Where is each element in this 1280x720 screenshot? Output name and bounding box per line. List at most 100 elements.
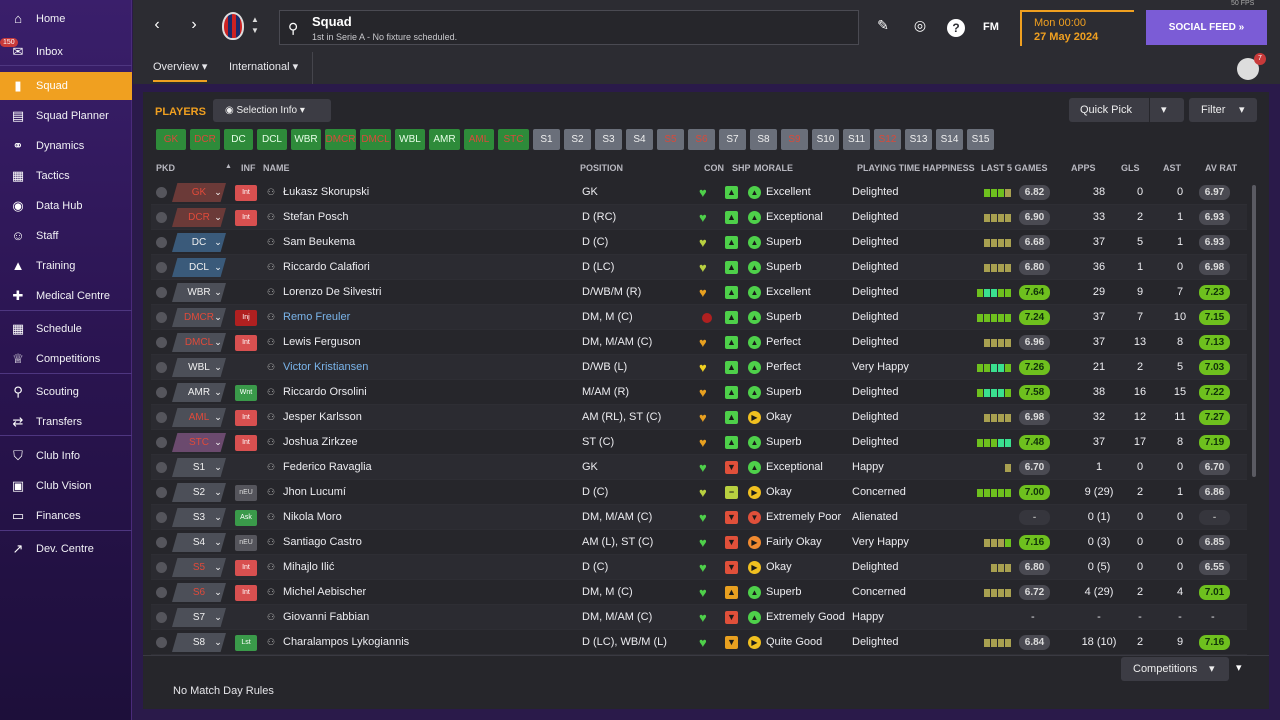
position-chip[interactable]: DCL [257,129,287,150]
sidebar-item-staff[interactable]: ☺ Staff [0,222,132,250]
sidebar-item-scouting[interactable]: ⚲ Scouting [0,378,132,406]
pick-checkbox[interactable] [156,437,167,448]
position-chip[interactable]: DMCR [325,129,356,150]
table-row[interactable]: WBR ⌄ ⚇ Lorenzo De Silvestri D/WB/M (R) ♥ ▲ ▲ Ex… [151,280,1247,305]
pick-checkbox[interactable] [156,237,167,248]
position-chip[interactable]: S7 [719,129,746,150]
column-header-pth[interactable]: PLAYING TIME HAPPINESS [857,163,975,173]
sidebar-item-squad-planner[interactable]: ▤ Squad Planner [0,102,132,130]
pick-checkbox[interactable] [156,287,167,298]
position-chip[interactable]: AML [464,129,494,150]
column-header-last5[interactable]: LAST 5 GAMES [981,163,1048,173]
table-row[interactable]: STC ⌄ Int ⚇ Joshua Zirkzee ST (C) ♥ ▲ ▲ Superb Del… [151,430,1247,455]
tab-overview[interactable]: Overview ▾ [153,60,208,82]
position-chip[interactable]: S9 [781,129,808,150]
position-chip[interactable]: STC [498,129,529,150]
sidebar-item-training[interactable]: ▲ Training [0,252,132,280]
chevron-down-icon[interactable]: ⌄ [209,583,227,602]
table-row[interactable]: WBL ⌄ ⚇ Victor Kristiansen D/WB (L) ♥ ▲ ▲ Perfec… [151,355,1247,380]
tab-international[interactable]: International ▾ [229,60,298,73]
player-name[interactable]: Jesper Karlsson [283,411,362,423]
pick-checkbox[interactable] [156,387,167,398]
player-name[interactable]: Michel Aebischer [283,586,366,598]
table-row[interactable]: S2 ⌄ nEU ⚇ Jhon Lucumí D (C) ♥ − ▶ Okay Concerned 7… [151,480,1247,505]
pick-checkbox[interactable] [156,537,167,548]
pick-checkbox[interactable] [156,462,167,473]
column-header-name[interactable]: NAME [263,163,290,173]
table-row[interactable]: DC ⌄ ⚇ Sam Beukema D (C) ♥ ▲ ▲ Superb Delighted 6.… [151,230,1247,255]
sidebar-item-inbox[interactable]: ✉ Inbox [0,38,132,66]
player-name[interactable]: Lorenzo De Silvestri [283,286,381,298]
sidebar-item-competitions[interactable]: ♕ Competitions [0,345,132,373]
column-header-morale[interactable]: MORALE [754,163,793,173]
position-chip[interactable]: AMR [429,129,460,150]
forward-arrow-icon[interactable]: › [183,14,205,36]
sidebar-item-tactics[interactable]: ▦ Tactics [0,162,132,190]
competitions-button[interactable]: Competitions ▾ [1121,657,1229,681]
column-header-ast[interactable]: AST [1163,163,1181,173]
position-chip[interactable]: S3 [595,129,622,150]
chevron-down-icon[interactable]: ⌄ [209,333,227,352]
column-header-position[interactable]: POSITION [580,163,623,173]
player-name[interactable]: Charalampos Lykogiannis [283,636,409,648]
chevron-down-icon[interactable]: ⌄ [209,383,227,402]
pick-checkbox[interactable] [156,562,167,573]
table-row[interactable]: DCL ⌄ ⚇ Riccardo Calafiori D (LC) ♥ ▲ ▲ Superb De… [151,255,1247,280]
chevron-down-icon[interactable]: ⌄ [209,533,227,552]
column-header-shp[interactable]: SHP [732,163,751,173]
chevron-down-icon[interactable]: ⌄ [209,233,227,252]
sidebar-item-medical-centre[interactable]: ✚ Medical Centre [0,282,132,310]
chevron-down-icon[interactable]: ⌄ [209,183,227,202]
player-name[interactable]: Łukasz Skorupski [283,186,369,198]
position-chip[interactable]: DMCL [360,129,391,150]
position-chip[interactable]: S10 [812,129,839,150]
player-name[interactable]: Mihajlo Ilić [283,561,334,573]
sidebar-item-club-info[interactable]: ⛉ Club Info [0,442,132,470]
chevron-down-icon[interactable]: ⌄ [209,558,227,577]
sidebar-item-transfers[interactable]: ⇄ Transfers [0,408,132,436]
table-row[interactable]: DCR ⌄ Int ⚇ Stefan Posch D (RC) ♥ ▲ ▲ Exceptional… [151,205,1247,230]
pick-checkbox[interactable] [156,512,167,523]
chevron-down-icon[interactable]: ⌄ [209,283,227,302]
sidebar-item-dynamics[interactable]: ⚭ Dynamics [0,132,132,160]
edit-icon[interactable]: ✎ [873,17,893,34]
chevron-down-icon[interactable]: ⌄ [209,433,227,452]
player-name[interactable]: Federico Ravaglia [283,461,372,473]
scrollbar[interactable] [1252,185,1256,477]
collapse-icon[interactable]: ▾ [1236,661,1242,674]
position-chip[interactable]: DC [224,129,253,150]
player-name[interactable]: Riccardo Orsolini [283,386,367,398]
position-chip[interactable]: WBR [291,129,321,150]
quick-pick-button[interactable]: Quick Pick ▾ [1069,98,1184,122]
column-header-apps[interactable]: APPS [1071,163,1096,173]
table-row[interactable]: AMR ⌄ Wnt ⚇ Riccardo Orsolini M/AM (R) ♥ ▲ ▲ Supe… [151,380,1247,405]
position-chip[interactable]: WBL [395,129,425,150]
help-icon[interactable]: ? [947,19,965,37]
chevron-down-icon[interactable]: ⌄ [209,258,227,277]
club-switch-icon[interactable]: ▲ ▼ [251,14,259,36]
sidebar-item-home[interactable]: ⌂ Home [0,5,132,33]
player-name[interactable]: Giovanni Fabbian [283,611,369,623]
chevron-down-icon[interactable]: ⌄ [209,458,227,477]
chevron-down-icon[interactable]: ⌄ [209,308,227,327]
sidebar-item-club-vision[interactable]: ▣ Club Vision [0,472,132,500]
position-chip[interactable]: S11 [843,129,870,150]
sidebar-item-squad[interactable]: ▮ Squad [0,72,132,100]
table-row[interactable]: S6 ⌄ Int ⚇ Michel Aebischer DM, M (C) ♥ ▲ ▲ Super… [151,580,1247,605]
pick-checkbox[interactable] [156,262,167,273]
column-header-pkd[interactable]: PKD [156,163,175,173]
pick-checkbox[interactable] [156,587,167,598]
player-name[interactable]: Joshua Zirkzee [283,436,358,448]
pick-checkbox[interactable] [156,187,167,198]
club-crest-icon[interactable] [222,12,244,40]
table-row[interactable]: S8 ⌄ Lst ⚇ Charalampos Lykogiannis D (LC), WB… [151,630,1247,655]
position-chip[interactable]: S13 [905,129,932,150]
position-chip[interactable]: S4 [626,129,653,150]
pick-checkbox[interactable] [156,612,167,623]
column-header-gls[interactable]: GLS [1121,163,1140,173]
player-name[interactable]: Remo Freuler [283,311,350,323]
player-name[interactable]: Riccardo Calafiori [283,261,370,273]
table-row[interactable]: S7 ⌄ ⚇ Giovanni Fabbian DM, M/AM (C) ♥ ▼ ▲ Extre… [151,605,1247,630]
position-chip[interactable]: S14 [936,129,963,150]
column-header-con[interactable]: CON [704,163,724,173]
